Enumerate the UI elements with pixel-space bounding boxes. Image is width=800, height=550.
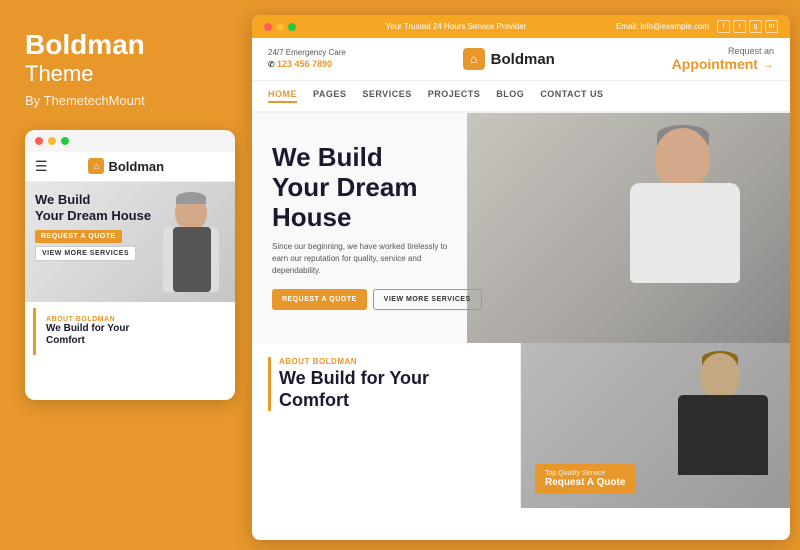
desktop-topbar: Your Trusted 24 Hours Service Provider E… [252, 15, 790, 38]
mobile-logo-text: Boldman [108, 159, 164, 174]
desktop-logo-text: Boldman [491, 51, 555, 68]
hero-btn-services[interactable]: VIEW MORE SERVICES [373, 289, 482, 310]
mobile-about: ABOUT BOLDMAN We Build for Your Comfort [33, 308, 227, 355]
hero-title: We Build Your Dream House [272, 143, 492, 233]
mobile-btn-services[interactable]: VIEW MORE SERVICES [35, 246, 136, 261]
about-line1: We Build for Your [279, 368, 429, 388]
by-text: By ThemetechMount [25, 93, 220, 108]
mobile-logo-icon [88, 158, 104, 174]
desktop-hero: We Build Your Dream House Since our begi… [252, 113, 790, 343]
hero-background [467, 113, 790, 343]
nav-home[interactable]: HOME [268, 89, 297, 103]
mobile-logo: Boldman [88, 158, 164, 174]
about-section: ABOUT BOLDMAN We Build for Your Comfort [252, 343, 521, 508]
appt-arrow-icon: → [762, 57, 774, 71]
worker-figure [600, 123, 760, 343]
hero-line1: We Build [272, 142, 383, 172]
worker-head [655, 128, 710, 188]
hero-content: We Build Your Dream House Since our begi… [272, 143, 492, 310]
left-panel: Boldman Theme By ThemetechMount ☰ Boldma… [0, 0, 245, 550]
worker-body [630, 183, 740, 283]
mobile-hero-content: We Build Your Dream House REQUEST A QUOT… [25, 182, 235, 272]
mobile-hero-line2: Your Dream House [35, 208, 151, 223]
nav-blog[interactable]: BLOG [496, 89, 524, 103]
mobile-hero: We Build Your Dream House REQUEST A QUOT… [25, 182, 235, 302]
topbar-tagline: Your Trusted 24 Hours Service Provider [386, 22, 527, 31]
quote-badge-label: Top Quality Service [545, 470, 625, 477]
desktop-header: 24/7 Emergency Care ✆ 123 456 7890 ⌂ Bol… [252, 38, 790, 81]
mobile-nav: ☰ Boldman [25, 152, 235, 182]
hero-btn-group: REQUEST A QUOTE VIEW MORE SERVICES [272, 289, 492, 310]
brand-subtitle: Theme [25, 61, 220, 87]
bottom-right-image: Top Quality Service Request A Quote [521, 343, 790, 508]
hero-btn-quote[interactable]: REQUEST A QUOTE [272, 289, 367, 310]
topbar-email: Email: info@example.com [616, 22, 709, 31]
phone-number: 123 456 7890 [277, 59, 332, 69]
hamburger-icon: ☰ [35, 158, 48, 175]
facebook-icon[interactable]: f [717, 20, 730, 33]
about-title: We Build for Your Comfort [279, 368, 504, 411]
emergency-label: 24/7 Emergency Care [268, 47, 346, 58]
quote-badge[interactable]: Top Quality Service Request A Quote [535, 464, 635, 494]
bottom-img-bg: Top Quality Service Request A Quote [521, 343, 790, 508]
desktop-bottom: ABOUT BOLDMAN We Build for Your Comfort … [252, 343, 790, 508]
about-border: ABOUT BOLDMAN We Build for Your Comfort [268, 357, 504, 411]
topbar-dot-green [288, 23, 296, 31]
desktop-logo-icon: ⌂ [463, 48, 485, 70]
quote-badge-title: Request A Quote [545, 477, 625, 488]
mobile-mockup: ☰ Boldman We Build Your Dream H [25, 130, 235, 400]
mobile-btn-quote[interactable]: REQUEST A QUOTE [35, 230, 122, 243]
emergency-info: 24/7 Emergency Care ✆ 123 456 7890 [268, 47, 346, 71]
social-icons: f t g in [717, 20, 778, 33]
dot-yellow [48, 137, 56, 145]
desktop-logo: ⌂ Boldman [463, 48, 555, 70]
mobile-btn-group: REQUEST A QUOTE VIEW MORE SERVICES [35, 230, 225, 261]
dot-red [35, 137, 43, 145]
emergency-phone: ✆ 123 456 7890 [268, 58, 346, 71]
mobile-hero-title: We Build Your Dream House [35, 192, 225, 225]
about-label: ABOUT BOLDMAN [279, 357, 504, 366]
mobile-hero-line1: We Build [35, 192, 90, 207]
mobile-about-line2: Comfort [46, 335, 85, 346]
mobile-about-line1: We Build for Your [46, 323, 129, 334]
appointment-area[interactable]: Request an Appointment → [672, 46, 774, 72]
nav-contact[interactable]: CONTACT US [540, 89, 603, 103]
appt-label: Request an [672, 46, 774, 56]
mobile-top-bar [25, 130, 235, 152]
appt-main: Appointment [672, 56, 758, 72]
person-body [678, 395, 768, 475]
nav-projects[interactable]: PROJECTS [428, 89, 481, 103]
desktop-nav: HOME PAGES SERVICES PROJECTS BLOG CONTAC… [252, 81, 790, 113]
linkedin-icon[interactable]: in [765, 20, 778, 33]
person-head [700, 353, 740, 398]
desktop-topbar-dots [264, 23, 296, 31]
dot-green [61, 137, 69, 145]
topbar-dot-red [264, 23, 272, 31]
brand-title: Boldman [25, 30, 220, 61]
hero-line2: Your Dream House [272, 172, 417, 232]
topbar-dot-yellow [276, 23, 284, 31]
mobile-about-label: ABOUT BOLDMAN [46, 316, 217, 323]
topbar-right: Email: info@example.com f t g in [616, 20, 778, 33]
twitter-icon[interactable]: t [733, 20, 746, 33]
nav-services[interactable]: SERVICES [362, 89, 411, 103]
nav-pages[interactable]: PAGES [313, 89, 346, 103]
hero-subtitle: Since our beginning, we have worked tire… [272, 241, 452, 277]
google-icon[interactable]: g [749, 20, 762, 33]
desktop-preview: Your Trusted 24 Hours Service Provider E… [252, 15, 790, 540]
mobile-about-title: We Build for Your Comfort [46, 323, 217, 347]
about-line2: Comfort [279, 390, 349, 410]
